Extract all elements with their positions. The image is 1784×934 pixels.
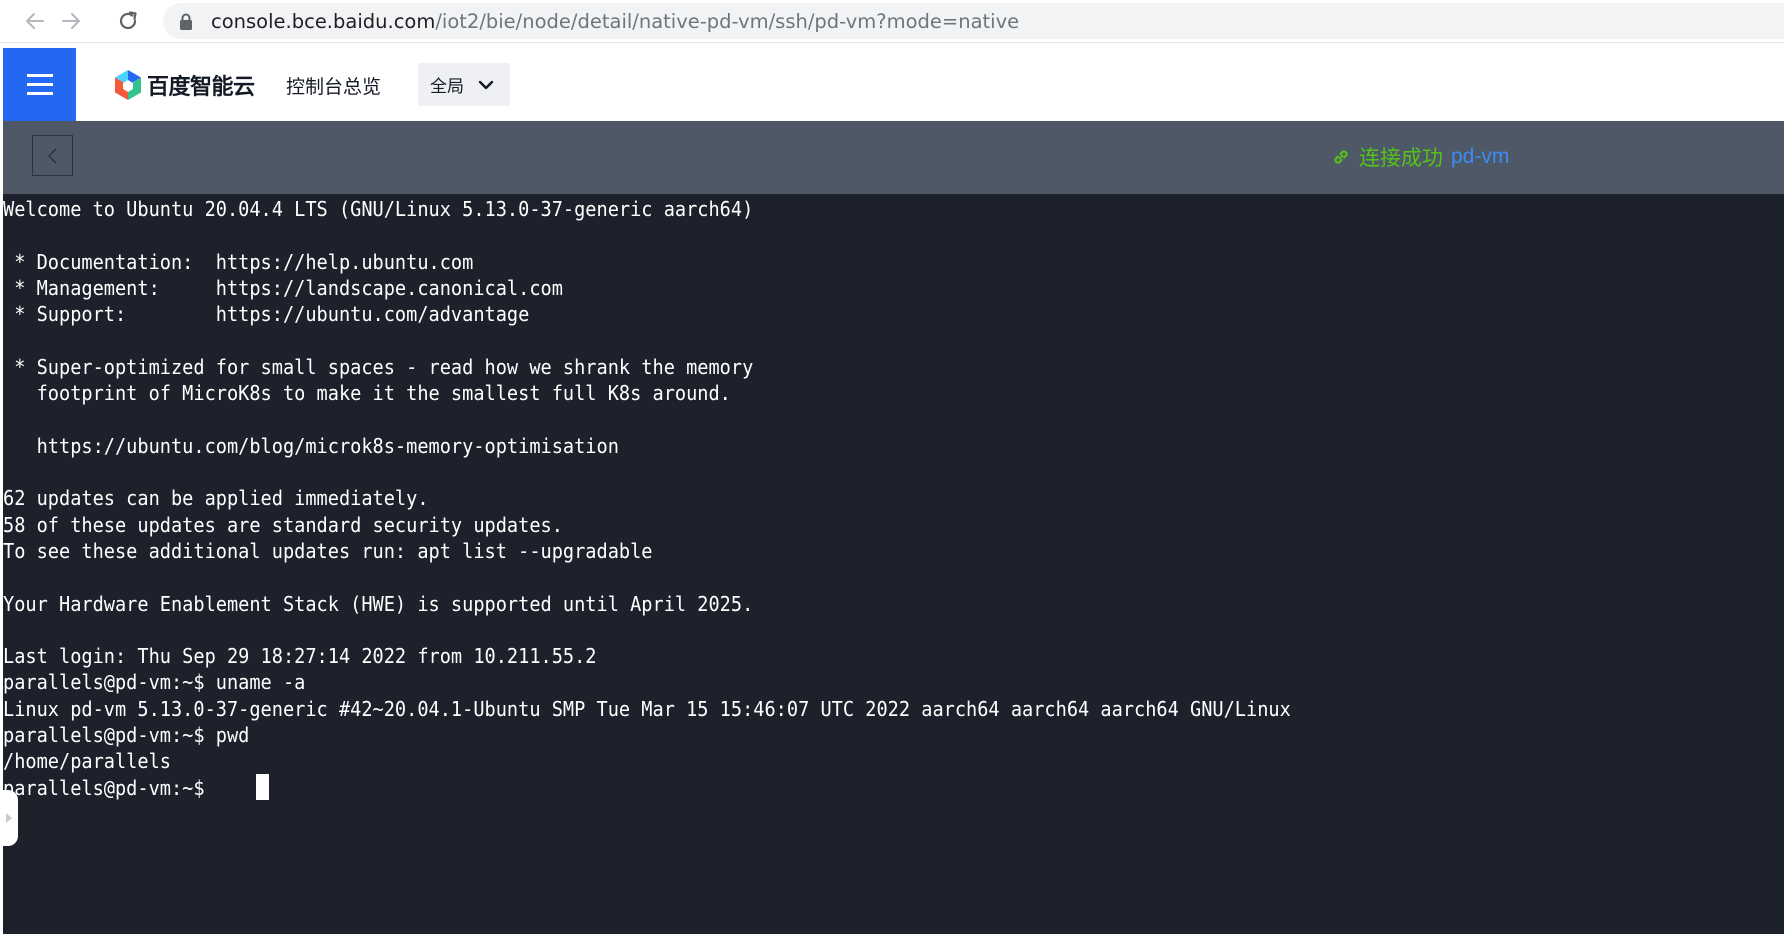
baidu-cloud-logo-icon — [115, 70, 141, 100]
console-overview-link[interactable]: 控制台总览 — [286, 72, 381, 99]
terminal-toolbar: 连接成功 pd-vm — [3, 121, 1784, 194]
browser-toolbar: console.bce.baidu.com/iot2/bie/node/deta… — [0, 0, 1784, 43]
browser-forward-button[interactable] — [55, 5, 87, 37]
terminal-line: * Super-optimized for small spaces - rea… — [3, 354, 754, 379]
chevron-down-icon — [478, 80, 494, 89]
lock-icon — [180, 13, 192, 30]
baidu-cloud-logo[interactable]: 百度智能云 — [113, 68, 255, 102]
hamburger-menu-icon — [26, 74, 53, 77]
hamburger-menu-icon — [26, 92, 53, 95]
hamburger-menu-icon — [26, 83, 53, 86]
arrow-right-icon — [62, 13, 80, 29]
terminal-line: parallels@pd-vm:~$ pwd — [3, 723, 250, 747]
url-path: /iot2/bie/node/detail/native-pd-vm/ssh/p… — [435, 10, 1020, 33]
menu-button[interactable] — [3, 48, 76, 121]
console-header: 百度智能云 控制台总览 全局 — [3, 48, 1784, 121]
terminal-line: Your Hardware Enablement Stack (HWE) is … — [3, 591, 754, 616]
terminal-line: Linux pd-vm 5.13.0-37-generic #42~20.04.… — [3, 696, 1291, 721]
terminal-line: To see these additional updates run: apt… — [3, 538, 653, 563]
url-text: console.bce.baidu.com/iot2/bie/node/deta… — [211, 11, 1019, 32]
host-name: pd-vm — [1451, 145, 1510, 168]
sidebar-toggle-handle[interactable] — [0, 790, 18, 846]
logo-text: 百度智能云 — [147, 74, 255, 99]
terminal-line: https://ubuntu.com/blog/microk8s-memory-… — [3, 433, 619, 458]
caret-right-icon — [6, 813, 12, 823]
terminal-line: Last login: Thu Sep 29 18:27:14 2022 fro… — [3, 644, 597, 669]
terminal-line: * Documentation: https://help.ubuntu.com — [3, 249, 474, 274]
terminal-line: /home/parallels — [3, 749, 171, 774]
browser-back-button[interactable] — [19, 5, 51, 37]
region-selector[interactable]: 全局 — [418, 63, 510, 106]
arrow-left-icon — [26, 13, 44, 29]
browser-reload-button[interactable] — [112, 5, 144, 37]
terminal-line: parallels@pd-vm:~$ — [3, 775, 216, 800]
terminal-back-button[interactable] — [32, 135, 73, 176]
reload-icon — [119, 11, 137, 30]
terminal-line: parallels@pd-vm:~$ uname -a — [3, 670, 306, 695]
terminal-line: * Support: https://ubuntu.com/advantage — [3, 302, 530, 327]
status-text: 连接成功 — [1359, 147, 1443, 170]
terminal-output[interactable]: Welcome to Ubuntu 20.04.4 LTS (GNU/Linux… — [3, 194, 1784, 934]
terminal-line: Welcome to Ubuntu 20.04.4 LTS (GNU/Linux… — [3, 197, 754, 221]
link-icon — [1334, 150, 1348, 164]
terminal-line: * Management: https://landscape.canonica… — [3, 275, 563, 300]
chevron-left-icon — [47, 147, 57, 164]
url-host: console.bce.baidu.com — [211, 10, 436, 33]
terminal-cursor — [256, 774, 269, 800]
address-bar[interactable]: console.bce.baidu.com/iot2/bie/node/deta… — [163, 3, 1784, 39]
terminal-line: 62 updates can be applied immediately. — [3, 486, 429, 511]
connection-status: 连接成功 pd-vm — [1331, 143, 1509, 171]
terminal-line: 58 of these updates are standard securit… — [3, 512, 563, 537]
terminal-line: footprint of MicroK8s to make it the sma… — [3, 381, 731, 406]
region-label: 全局 — [430, 77, 464, 96]
